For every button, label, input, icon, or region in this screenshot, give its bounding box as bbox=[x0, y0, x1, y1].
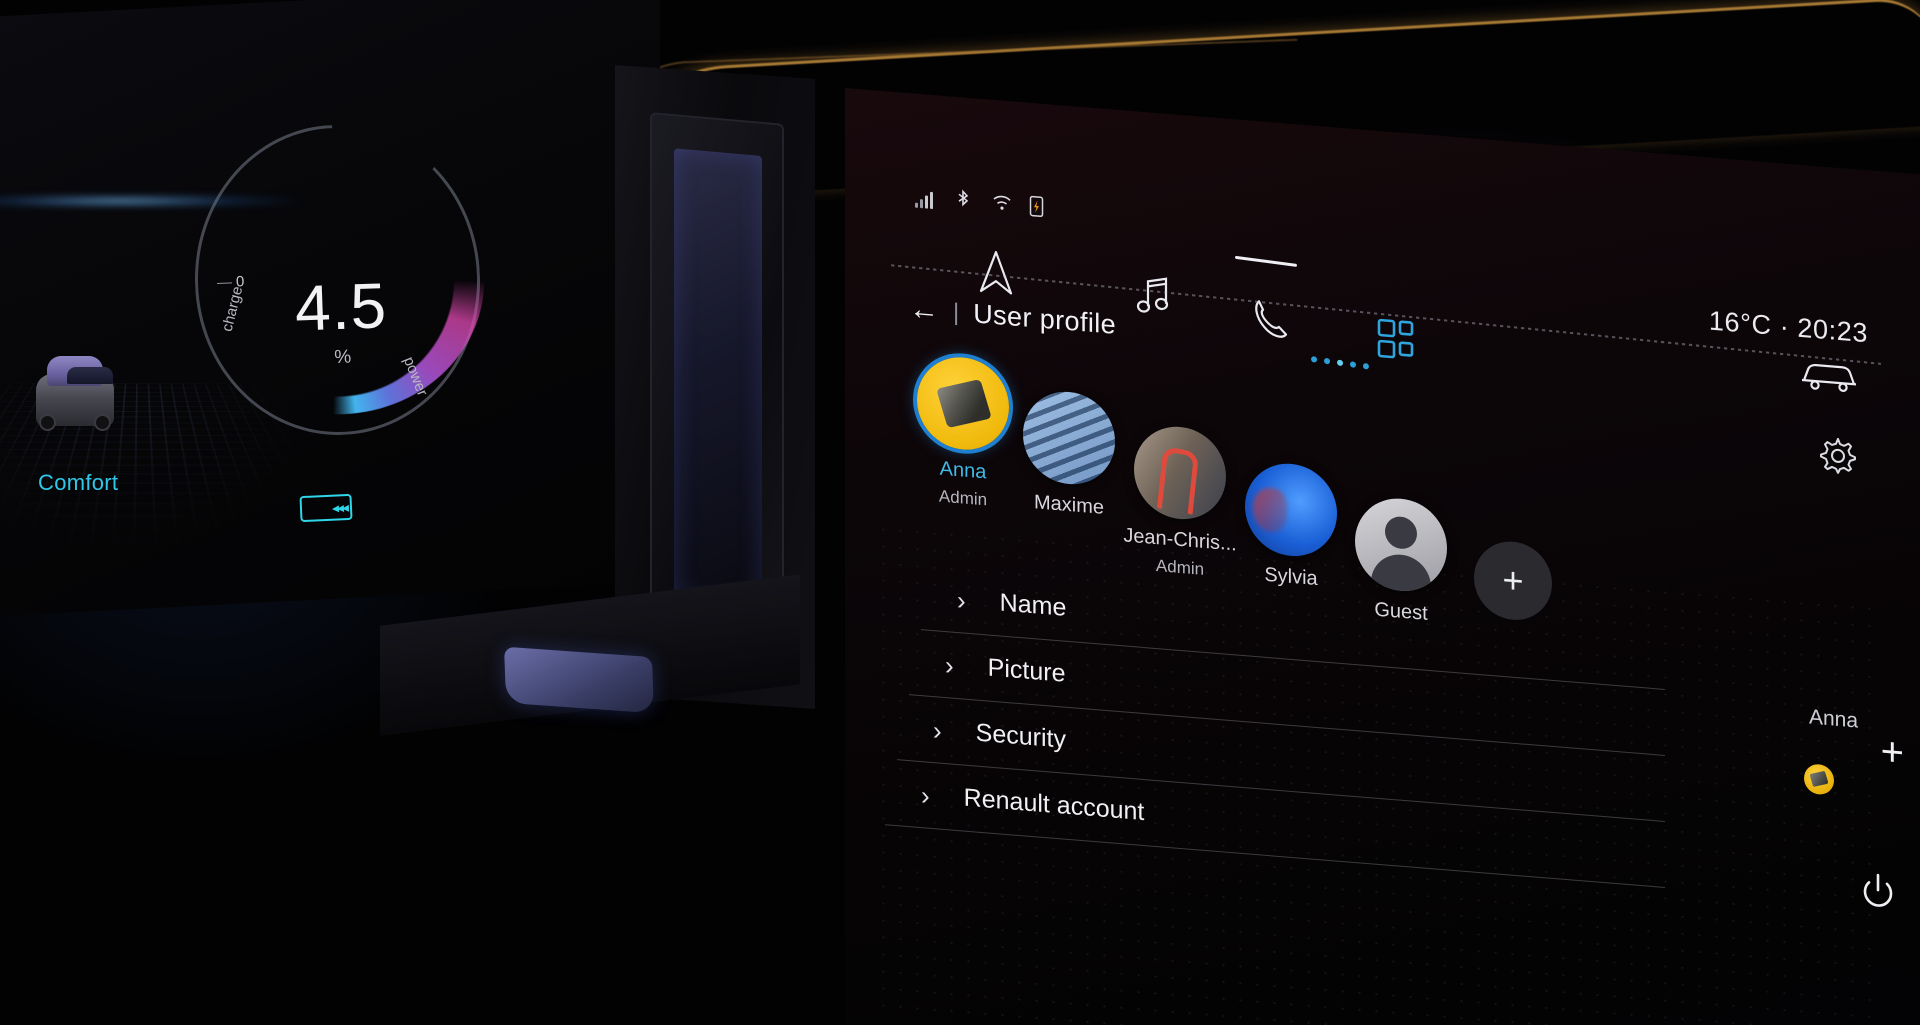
avatar-sylvia[interactable] bbox=[1245, 460, 1337, 560]
car-window bbox=[67, 367, 113, 384]
power-charge-gauge: 4.5 % 0 charge power bbox=[190, 120, 486, 440]
air-vent bbox=[650, 112, 784, 644]
profile-name: Anna bbox=[939, 457, 987, 484]
clock-value: 20:23 bbox=[1797, 312, 1868, 349]
wifi-icon bbox=[991, 192, 1013, 216]
music-note-icon[interactable] bbox=[1135, 271, 1173, 323]
profile-role: Admin bbox=[1155, 556, 1205, 579]
breadcrumb-divider: | bbox=[953, 298, 960, 326]
side-avatar-anna[interactable] bbox=[1804, 763, 1834, 796]
active-tab-indicator bbox=[1234, 255, 1298, 267]
car-wheel-right bbox=[94, 414, 111, 431]
list-item-label: Security bbox=[975, 718, 1066, 754]
list-item-label: Name bbox=[999, 588, 1067, 622]
status-bar bbox=[915, 186, 1051, 219]
page-indicator-dots bbox=[1310, 355, 1370, 370]
profile-name: Maxime bbox=[1033, 491, 1104, 519]
power-icon[interactable] bbox=[1856, 869, 1900, 922]
profile-item-maxime[interactable]: Maxime bbox=[1013, 388, 1125, 528]
car-illustration bbox=[32, 352, 118, 444]
avatar-guest[interactable] bbox=[1355, 495, 1447, 595]
list-item-label: Picture bbox=[987, 653, 1066, 688]
air-vent-inner bbox=[674, 148, 762, 606]
drive-mode-label: Comfort bbox=[38, 470, 119, 495]
list-item-label: Renault account bbox=[963, 783, 1145, 827]
side-add-button[interactable]: + bbox=[1881, 729, 1904, 776]
chevron-right-icon: › bbox=[957, 584, 966, 616]
driver-cluster: 4.5 % 0 charge power ◂◂◂ Comfort bbox=[0, 0, 660, 620]
chevron-right-icon: › bbox=[945, 649, 954, 681]
profile-item-jean-christophe[interactable]: Jean-Chris... Admin bbox=[1117, 422, 1243, 583]
cellular-signal-icon bbox=[915, 186, 937, 210]
apps-grid-icon[interactable] bbox=[1375, 316, 1419, 369]
gauge-value: 4.5 bbox=[293, 269, 389, 345]
profile-name: Jean-Chris... bbox=[1123, 524, 1237, 556]
top-navigation-bar bbox=[905, 223, 1605, 359]
profile-name: Sylvia bbox=[1264, 563, 1318, 591]
car-wheel-left bbox=[39, 414, 56, 431]
avatar-maxime[interactable] bbox=[1023, 388, 1115, 488]
chevron-right-icon: › bbox=[921, 779, 930, 811]
chevron-right-icon: › bbox=[933, 714, 942, 746]
profile-item-sylvia[interactable]: Sylvia bbox=[1235, 459, 1347, 599]
bluetooth-icon bbox=[953, 189, 975, 213]
center-touchscreen: 16°C · 20:23 ← | User profile Anna Admin… bbox=[845, 88, 1920, 1025]
temperature-value: 16°C bbox=[1708, 305, 1772, 341]
back-arrow-icon[interactable]: ← bbox=[909, 292, 939, 327]
avatar-jean-christophe[interactable] bbox=[1134, 423, 1226, 523]
temp-time-separator: · bbox=[1779, 311, 1790, 342]
battery-charging-icon: ◂◂◂ bbox=[299, 493, 353, 523]
infotainment-screenshot: 4.5 % 0 charge power ◂◂◂ Comfort bbox=[0, 0, 1920, 1025]
side-panel: Anna + bbox=[1664, 694, 1904, 907]
avatar-anna[interactable] bbox=[917, 353, 1009, 454]
temperature-time-display: 16°C · 20:23 bbox=[1709, 306, 1868, 350]
profile-role: Admin bbox=[938, 486, 988, 510]
car-roof bbox=[47, 356, 113, 386]
gear-shifter bbox=[504, 646, 654, 714]
profile-item-anna[interactable]: Anna Admin bbox=[907, 353, 1019, 513]
phone-battery-icon bbox=[1029, 195, 1051, 219]
